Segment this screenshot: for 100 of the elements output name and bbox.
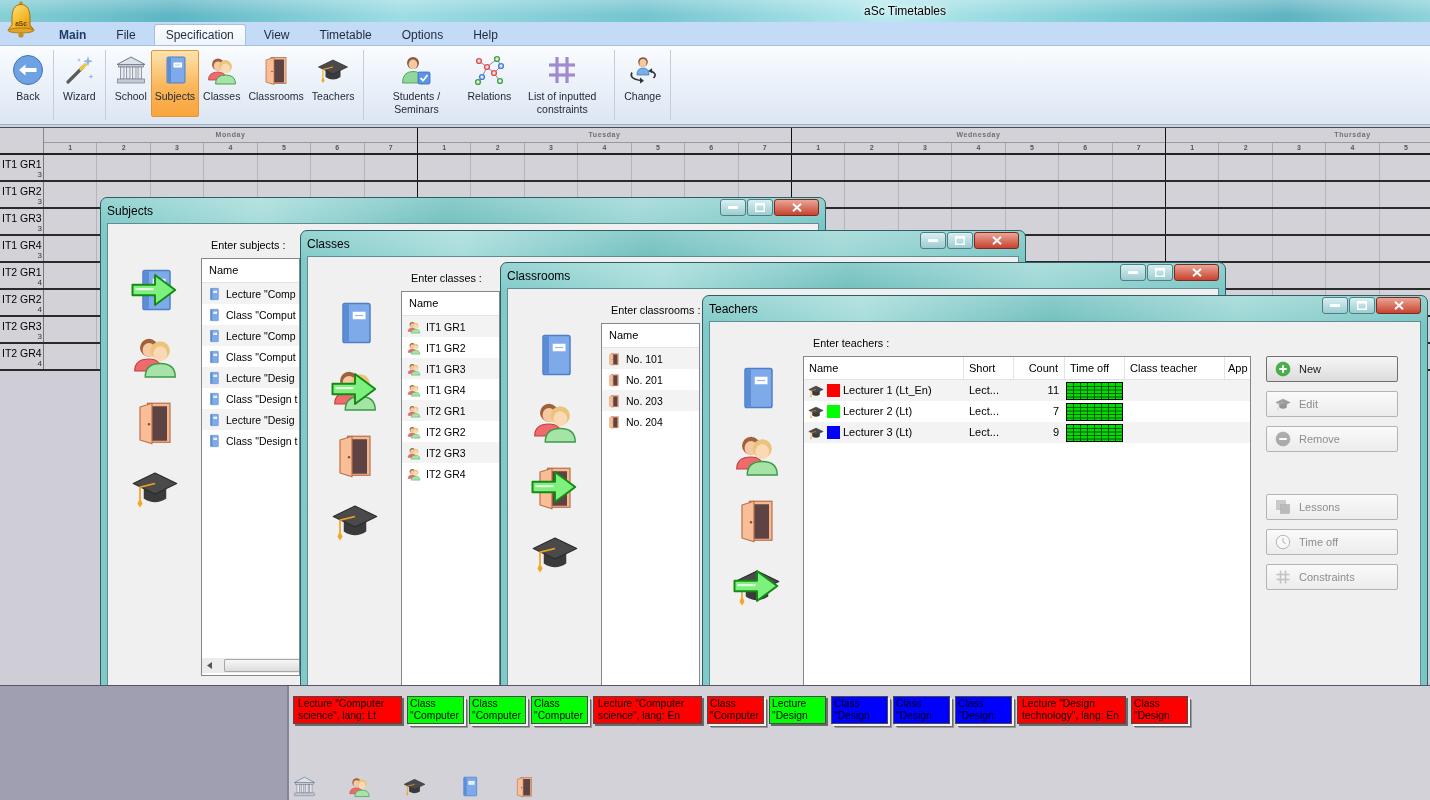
list-item[interactable]: No. 101 [602, 348, 699, 369]
list-item[interactable]: No. 203 [602, 390, 699, 411]
minimize-button[interactable] [720, 199, 746, 216]
class-name: IT2 GR3 [2, 320, 42, 333]
table-row[interactable]: Lecturer 3 (Lt) Lect... 9 [804, 422, 1250, 443]
plus-circle-icon [1275, 361, 1291, 377]
maximize-icon [1155, 268, 1165, 277]
close-button[interactable] [974, 232, 1019, 249]
close-icon [791, 203, 802, 212]
list-item[interactable]: IT1 GR3 [402, 358, 499, 379]
list-item[interactable]: Lecture "Desig [202, 409, 299, 430]
column-header[interactable]: Class teacher [1125, 357, 1225, 379]
minus-circle-icon [1275, 431, 1291, 447]
table-row[interactable]: Lecturer 1 (Lt_En) Lect... 11 [804, 380, 1250, 401]
list-item[interactable]: IT2 GR2 [402, 421, 499, 442]
list-item[interactable]: Class "Design t [202, 430, 299, 451]
table-cell-text: Lect... [968, 425, 1000, 440]
column-header[interactable]: Name [402, 292, 499, 315]
lesson-card[interactable]: Lecture "Design technology", lang: En [1017, 696, 1126, 724]
menu-tab[interactable]: File [104, 24, 148, 45]
minimize-button[interactable] [1120, 264, 1146, 281]
column-header[interactable]: Time off [1065, 357, 1125, 379]
hash-grid-icon [1275, 569, 1291, 585]
clock-icon [1275, 534, 1291, 550]
list-item[interactable]: Class "Comput [202, 304, 299, 325]
prompt-label: Enter teachers : [813, 336, 890, 350]
menu-tab[interactable]: View [251, 24, 302, 45]
class-name: IT2 GR2 [2, 293, 42, 306]
column-header[interactable]: Count [1014, 357, 1065, 379]
class-name: IT1 GR4 [2, 239, 42, 252]
list-item[interactable]: IT2 GR3 [402, 442, 499, 463]
lesson-card[interactable]: Lecture "Computer science", lang: Lt [293, 696, 402, 724]
menu-tab[interactable]: Specification [153, 24, 246, 45]
minimize-icon [928, 239, 938, 242]
building-icon[interactable] [293, 775, 316, 798]
lesson-card[interactable]: Lecture "Design [769, 696, 826, 724]
list-item[interactable]: Class "Comput [202, 346, 299, 367]
horizontal-scrollbar[interactable] [202, 658, 299, 673]
minimize-button[interactable] [920, 232, 946, 249]
main-menu-button[interactable]: Main [47, 24, 99, 45]
maximize-button[interactable] [947, 232, 973, 249]
list-item[interactable]: IT2 GR4 [402, 463, 499, 484]
list-item[interactable]: IT1 GR2 [402, 337, 499, 358]
menu-tab[interactable]: Help [461, 24, 510, 45]
menu-tab[interactable]: Options [389, 24, 456, 45]
lesson-count: 3 [37, 171, 42, 179]
column-header[interactable]: Name [602, 324, 699, 347]
list-item[interactable]: IT1 GR1 [402, 316, 499, 337]
people-icon [407, 340, 421, 355]
maximize-button[interactable] [1349, 297, 1375, 314]
column-header[interactable]: App [1225, 357, 1250, 379]
minimize-icon [1128, 271, 1138, 274]
ribbon-button[interactable]: Classrooms [244, 50, 308, 117]
lesson-card[interactable]: Lecture "Computer science", lang: En [593, 696, 702, 724]
list-item[interactable]: Lecture "Comp [202, 283, 299, 304]
ribbon-button[interactable]: Back [8, 50, 48, 117]
new-button[interactable]: New [1266, 356, 1398, 382]
class-name: IT2 GR1 [2, 266, 42, 279]
column-header[interactable]: Name [202, 259, 299, 282]
door-icon [607, 372, 621, 387]
column-header[interactable]: Short [964, 357, 1014, 379]
people-icon [407, 382, 421, 397]
ribbon-button[interactable]: Wizard [59, 50, 100, 117]
ribbon-button[interactable]: Classes [199, 50, 245, 117]
maximize-button[interactable] [1147, 264, 1173, 281]
window-title: Classrooms [507, 268, 571, 283]
menu-tab[interactable]: Timetable [307, 24, 384, 45]
lesson-count: 4 [37, 360, 42, 368]
ribbon-button[interactable]: Teachers [307, 50, 359, 117]
list-item[interactable]: No. 204 [602, 411, 699, 432]
list-item[interactable]: Lecture "Desig [202, 367, 299, 388]
close-button[interactable] [774, 199, 819, 216]
ribbon-button[interactable]: School [110, 50, 151, 117]
ribbon-button[interactable]: Subjects [150, 50, 200, 117]
schedule-grid-icon [1066, 423, 1123, 442]
list-item[interactable]: No. 201 [602, 369, 699, 390]
people-icon [407, 361, 421, 376]
people-icon [407, 319, 421, 334]
close-button[interactable] [1174, 264, 1219, 281]
close-button[interactable] [1376, 297, 1421, 314]
list-item[interactable]: IT1 GR4 [402, 379, 499, 400]
ribbon-button[interactable]: Change [620, 50, 666, 117]
lesson-count: 4 [37, 306, 42, 314]
column-header[interactable]: Name [804, 357, 964, 379]
book-icon [207, 349, 221, 364]
lesson-count: 3 [37, 198, 42, 206]
window-title: Teachers [709, 301, 758, 316]
minimize-button[interactable] [1322, 297, 1348, 314]
people-icon[interactable] [348, 775, 371, 798]
ribbon-button[interactable]: Students / Seminars [369, 50, 464, 117]
maximize-button[interactable] [747, 199, 773, 216]
scroll-left-icon[interactable] [206, 662, 212, 669]
list-item[interactable]: Lecture "Comp [202, 325, 299, 346]
table-row[interactable]: Lecturer 2 (Lt) Lect... 7 [804, 401, 1250, 422]
list-item[interactable]: Class "Design t [202, 388, 299, 409]
list-item[interactable]: IT2 GR1 [402, 400, 499, 421]
book-icon [207, 328, 221, 343]
prompt-label: Enter classes : [411, 271, 482, 285]
ribbon-button[interactable]: List of inputted constraints [515, 50, 610, 117]
ribbon-button[interactable]: Relations [463, 50, 516, 117]
